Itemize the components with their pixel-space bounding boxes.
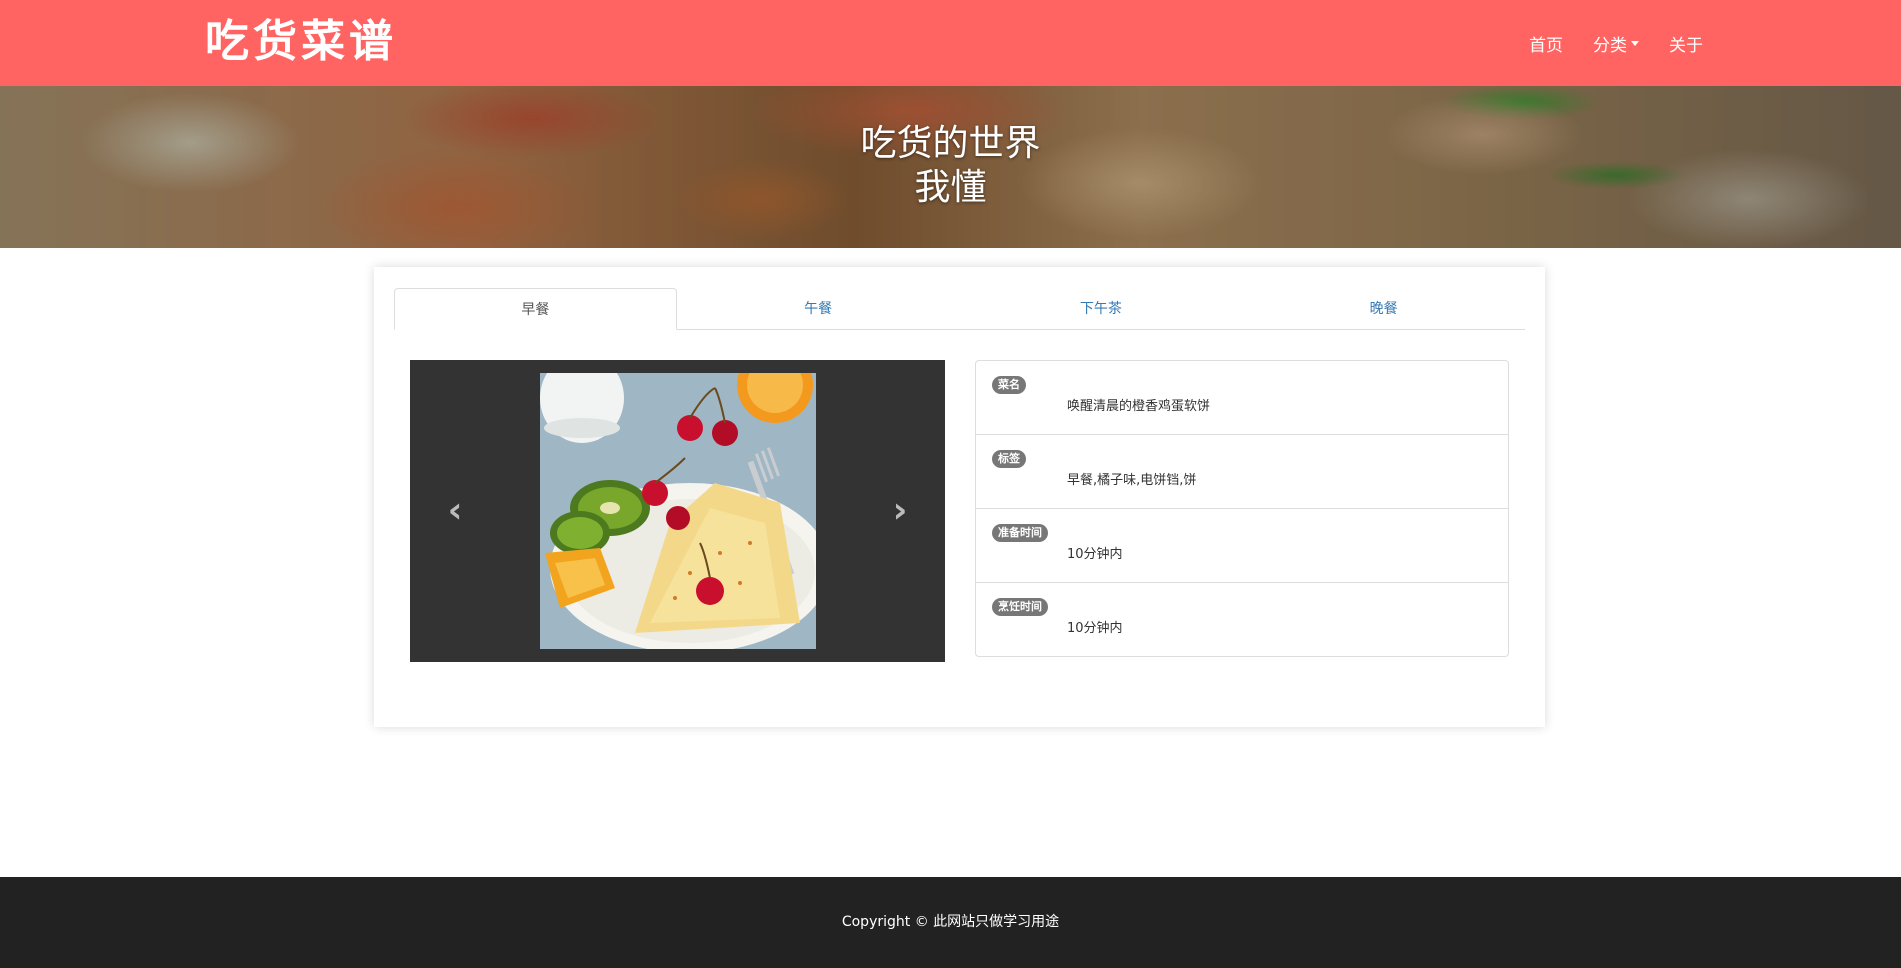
recipe-name-value: 唤醒清晨的橙香鸡蛋软饼	[1067, 399, 1211, 414]
copyright-text: Copyright © 此网站只做学习用途	[841, 914, 1060, 930]
nav-link-home-label: 首页	[1529, 35, 1563, 56]
tab-dinner[interactable]: 晚餐	[1242, 288, 1525, 330]
recipe-card: 早餐 午餐 下午茶 晚餐 ‹ › 菜名 唤醒清晨的橙香鸡蛋软饼 标签 早餐,橘子…	[374, 267, 1545, 727]
top-navbar: 吃货菜谱 首页 分类 关于	[0, 0, 1901, 86]
recipe-cook-time-value: 10分钟内	[1067, 621, 1123, 636]
chevron-right-icon: ›	[892, 490, 908, 531]
page-footer: Copyright © 此网站只做学习用途	[0, 877, 1901, 968]
carousel-next-button[interactable]: ›	[885, 493, 915, 529]
hero-title-line2: 我懂	[914, 167, 987, 208]
caret-down-icon	[1631, 40, 1639, 46]
list-item: 烹饪时间 10分钟内	[976, 583, 1508, 656]
list-item: 菜名 唤醒清晨的橙香鸡蛋软饼	[976, 361, 1508, 435]
meal-tabs: 早餐 午餐 下午茶 晚餐	[394, 288, 1525, 330]
list-item: 准备时间 10分钟内	[976, 509, 1508, 583]
list-item: 标签 早餐,橘子味,电饼铛,饼	[976, 435, 1508, 509]
crepe-dish-image	[540, 373, 816, 649]
recipe-image-carousel: ‹ ›	[410, 360, 945, 662]
label-badge-cook-time: 烹饪时间	[992, 598, 1048, 616]
nav-link-about[interactable]: 关于	[1669, 31, 1703, 56]
label-badge-prep-time: 准备时间	[992, 524, 1048, 542]
nav-link-category-dropdown[interactable]: 分类	[1593, 31, 1639, 56]
hero-title-line1: 吃货的世界	[860, 123, 1041, 164]
tab-breakfast[interactable]: 早餐	[394, 288, 677, 330]
recipe-info-list: 菜名 唤醒清晨的橙香鸡蛋软饼 标签 早餐,橘子味,电饼铛,饼 准备时间 10分钟…	[975, 360, 1509, 657]
label-badge-tags: 标签	[992, 450, 1026, 468]
hero-banner: 吃货的世界 我懂	[0, 86, 1901, 248]
recipe-tags-value: 早餐,橘子味,电饼铛,饼	[1067, 473, 1197, 488]
nav-links: 首页 分类 关于	[1499, 0, 1703, 86]
tab-afternoon-tea[interactable]: 下午茶	[960, 288, 1243, 330]
nav-link-about-label: 关于	[1669, 35, 1703, 56]
recipe-photo	[540, 373, 816, 649]
nav-link-home[interactable]: 首页	[1529, 31, 1563, 56]
carousel-prev-button[interactable]: ‹	[440, 493, 470, 529]
site-brand-logo[interactable]: 吃货菜谱	[205, 14, 397, 70]
tab-lunch[interactable]: 午餐	[677, 288, 960, 330]
nav-link-category-label: 分类	[1593, 35, 1627, 56]
label-badge-name: 菜名	[992, 376, 1026, 394]
recipe-prep-time-value: 10分钟内	[1067, 547, 1123, 562]
chevron-left-icon: ‹	[447, 490, 463, 531]
hero-title: 吃货的世界 我懂	[0, 122, 1901, 210]
